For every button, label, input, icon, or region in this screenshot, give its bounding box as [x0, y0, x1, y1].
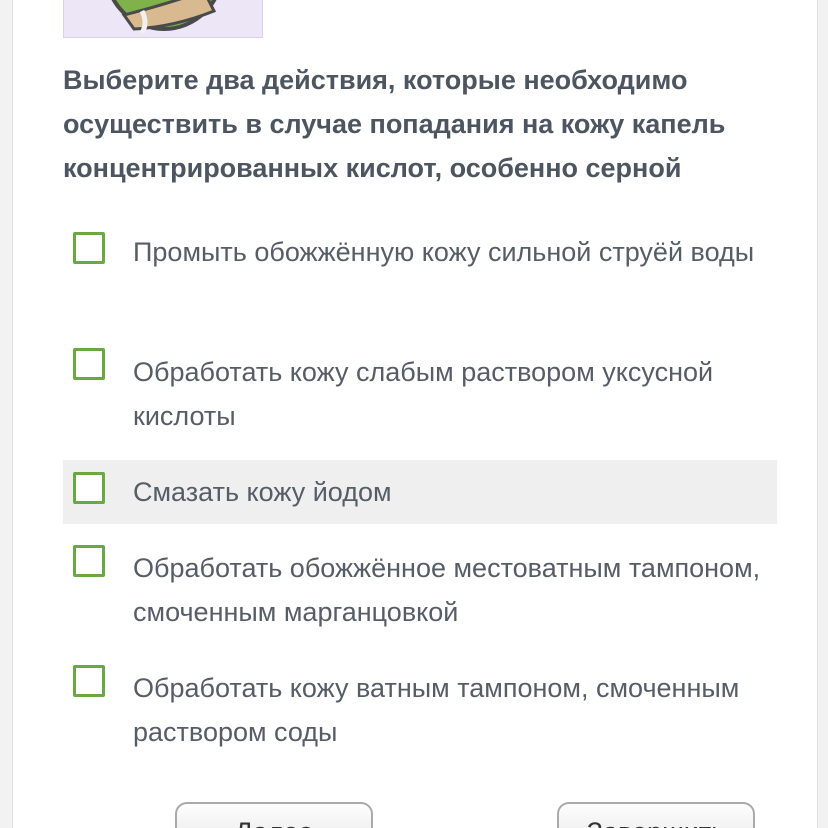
answer-options-list: Промыть обожжённую кожу сильной струёй в…: [63, 224, 777, 747]
finish-button[interactable]: Завершить: [557, 802, 755, 828]
answer-option-label: Промыть обожжённую кожу сильной струёй в…: [133, 237, 755, 267]
question-text: Выберите два действия, которые необходим…: [63, 65, 726, 183]
hand-drop-icon: [111, 0, 217, 35]
checkbox-icon[interactable]: [73, 545, 105, 577]
answer-option-5[interactable]: Обработать кожу ватным тампоном, смоченн…: [63, 644, 777, 747]
next-button[interactable]: Далее: [175, 802, 373, 828]
checkbox-icon[interactable]: [73, 232, 105, 264]
answer-option-label: Обработать обожжённое местоватным тампон…: [133, 553, 761, 627]
quiz-page: Выберите два действия, которые необходим…: [12, 0, 818, 828]
acid-drop-illustration: [63, 0, 263, 38]
answer-option-label: Обработать кожу ватным тампоном, смоченн…: [133, 673, 740, 747]
answer-option-4[interactable]: Обработать обожжённое местоватным тампон…: [63, 524, 777, 644]
answer-option-2[interactable]: Обработать кожу слабым раствором уксусно…: [63, 344, 777, 460]
answer-option-label: Обработать кожу слабым раствором уксусно…: [133, 357, 714, 431]
answer-option-label: Смазать кожу йодом: [133, 477, 392, 507]
checkbox-icon[interactable]: [73, 348, 105, 380]
checkbox-icon[interactable]: [73, 472, 105, 504]
answer-option-1[interactable]: Промыть обожжённую кожу сильной струёй в…: [63, 224, 777, 344]
answer-option-3[interactable]: Смазать кожу йодом: [63, 460, 777, 524]
checkbox-icon[interactable]: [73, 665, 105, 697]
